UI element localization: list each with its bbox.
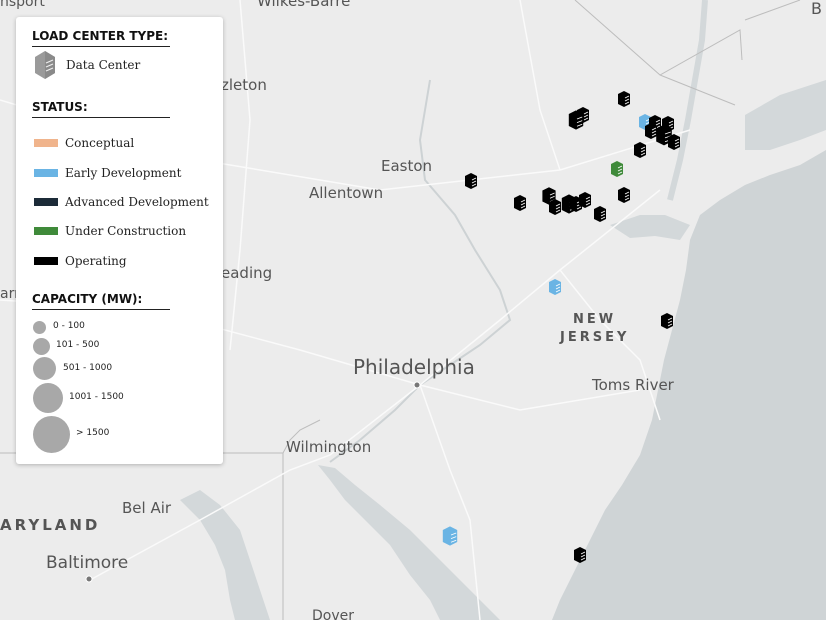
data-center-marker[interactable]: [645, 123, 657, 139]
capacity-label: 101 - 500: [56, 340, 100, 350]
place-label: Philadelphia: [353, 355, 475, 379]
place-label: Bel Air: [122, 499, 172, 517]
data-center-marker[interactable]: [661, 313, 673, 329]
advanced-development-swatch: [34, 198, 58, 206]
place-label: JERSEY: [559, 330, 629, 345]
capacity-circle-l: [33, 383, 63, 413]
place-label: ARYLAND: [0, 516, 100, 534]
place-label: Wilmington: [286, 438, 371, 456]
status-advanced-development: Advanced Development: [34, 194, 209, 210]
data-center-marker[interactable]: [618, 91, 630, 107]
status-label: Under Construction: [65, 224, 187, 238]
capacity-circle-m: [33, 357, 56, 380]
place-label: eading: [221, 264, 272, 282]
data-center-icon: [442, 526, 458, 546]
capacity-circle-xl: [33, 416, 70, 453]
status-label: Advanced Development: [65, 195, 209, 209]
data-center-marker[interactable]: [549, 199, 561, 215]
status-label: Early Development: [65, 166, 182, 180]
place-label: Wilkes-Barre: [257, 0, 350, 10]
map-legend: LOAD CENTER TYPE: Data Center STATUS: Co…: [16, 17, 223, 464]
data-center-marker[interactable]: [634, 142, 646, 158]
status-label: Operating: [65, 254, 127, 268]
status-operating: Operating: [34, 253, 127, 269]
data-center-marker[interactable]: [579, 192, 591, 208]
conceptual-swatch: [34, 139, 58, 147]
capacity-circle-xs: [33, 321, 46, 334]
capacity-label: 501 - 1000: [63, 363, 113, 373]
operating-swatch: [34, 257, 58, 265]
place-label: NEW: [573, 312, 616, 327]
place-label: Easton: [381, 157, 432, 175]
capacity-label: 1001 - 1500: [69, 392, 124, 402]
place-label: B: [811, 0, 822, 18]
status-early-development: Early Development: [34, 165, 181, 181]
data-center-marker[interactable]: [514, 195, 526, 211]
data-center-marker[interactable]: [568, 110, 584, 130]
baltimore-dot: [85, 575, 93, 583]
early-development-swatch: [34, 169, 58, 177]
status-conceptual: Conceptual: [34, 135, 134, 151]
capacity-label: 0 - 100: [53, 321, 85, 331]
place-label: nsport: [0, 0, 45, 10]
data-center-marker[interactable]: [549, 279, 561, 295]
status-title: STATUS:: [32, 100, 170, 118]
data-center-marker[interactable]: [618, 187, 630, 203]
data-center-icon: [568, 110, 584, 130]
under-construction-swatch: [34, 227, 58, 235]
data-center-marker[interactable]: [611, 161, 623, 177]
capacity-circle-s: [33, 338, 50, 355]
place-label: Baltimore: [46, 553, 128, 573]
data-center-icon: [35, 51, 55, 79]
place-label: Dover: [312, 608, 354, 620]
data-center-marker[interactable]: [668, 134, 680, 150]
data-center-label: Data Center: [66, 58, 141, 72]
status-label: Conceptual: [65, 136, 135, 150]
load-center-type-title: LOAD CENTER TYPE:: [32, 29, 170, 47]
data-center-marker[interactable]: [465, 173, 477, 189]
place-label: Allentown: [309, 184, 383, 202]
data-center-marker[interactable]: [574, 547, 586, 563]
capacity-label: > 1500: [76, 428, 110, 438]
data-center-marker[interactable]: [594, 206, 606, 222]
capacity-title: CAPACITY (MW):: [32, 292, 170, 310]
legend-data-center: Data Center: [34, 51, 141, 79]
status-under-construction: Under Construction: [34, 223, 186, 239]
place-label: Toms River: [591, 376, 675, 394]
place-label: zleton: [221, 76, 267, 94]
data-center-marker[interactable]: [442, 526, 458, 546]
philadelphia-dot: [413, 381, 421, 389]
